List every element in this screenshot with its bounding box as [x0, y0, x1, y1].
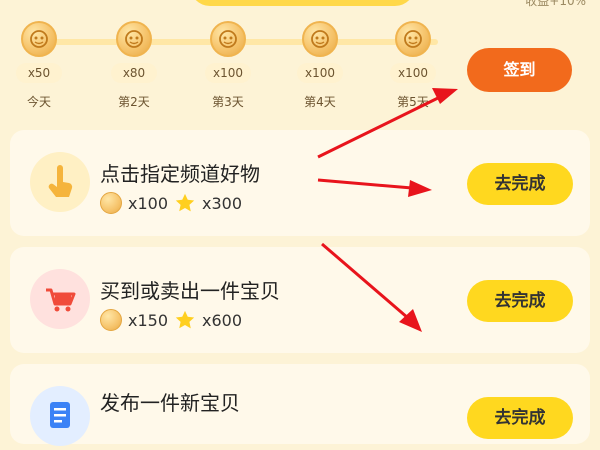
arrow-to-task-two	[321, 242, 422, 332]
arrow-to-task-one	[317, 178, 432, 197]
arrow-to-sign-in	[317, 88, 458, 159]
annotation-arrows	[317, 88, 458, 332]
